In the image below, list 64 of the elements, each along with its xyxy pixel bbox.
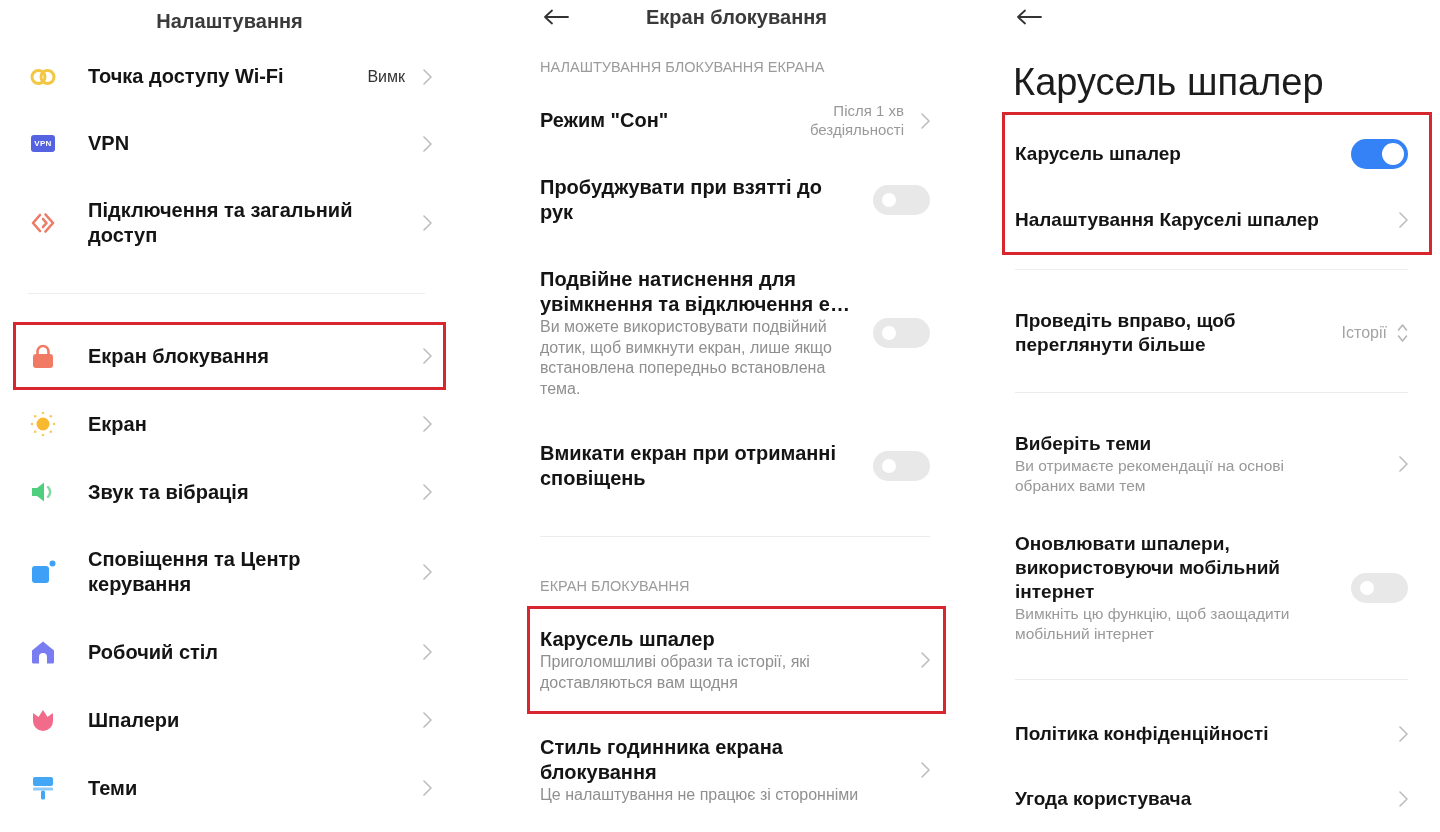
chevron-right-icon: [423, 68, 432, 85]
setting-label[interactable]: Налаштування Каруселі шпалер: [1015, 207, 1319, 232]
linked-rings-icon: [30, 67, 56, 86]
angle-brackets-icon: [30, 210, 56, 236]
setting-label: Оновлювати шпалери, використовуючи мобільний інтернет: [1015, 532, 1282, 604]
chevron-right-icon: [1399, 790, 1408, 807]
menu-item-label[interactable]: Підключення та загальний доступ: [88, 198, 388, 248]
setting-label[interactable]: Угода користувача: [1015, 786, 1192, 811]
padlock-icon: [30, 343, 56, 369]
page-title: Карусель шпалер: [1013, 60, 1324, 105]
sun-icon: [30, 411, 56, 437]
setting-label[interactable]: Проведіть вправо, щоб переглянути більше: [1015, 309, 1315, 357]
chevron-right-icon: [1399, 456, 1408, 472]
chevron-right-icon: [423, 712, 432, 728]
chevron-right-icon: [921, 762, 930, 779]
setting-description: Вимкніть цю функцію, щоб заощадити мобільний інтернет: [1015, 604, 1291, 644]
setting-label: Вмикати екран при отриманні сповіщень: [540, 441, 837, 491]
setting-label[interactable]: Політика конфіденційності: [1015, 721, 1269, 746]
setting-description: Ви отримаєте рекомендації на основі обраних вами тем: [1015, 456, 1285, 496]
chevron-right-icon: [423, 348, 432, 364]
chevron-right-icon: [921, 112, 930, 129]
screen-title: Екран блокування: [646, 5, 827, 29]
menu-item-label[interactable]: Шпалери: [88, 707, 180, 733]
chevron-right-icon: [1399, 725, 1408, 742]
home-icon: [30, 639, 56, 665]
chevron-right-icon: [921, 652, 930, 668]
up-down-chevron-icon: [1397, 322, 1408, 344]
menu-item-label[interactable]: Екран: [88, 411, 147, 437]
setting-description: Ви можете використовувати подвійний дотик, щоб вимкнути екран, лише якщо встановлена попередньо встановлена тема.: [540, 317, 833, 399]
chevron-right-icon: [423, 135, 432, 152]
setting-label[interactable]: Режим "Сон": [540, 108, 669, 133]
menu-item-label[interactable]: Сповіщення та Центр керування: [88, 547, 388, 597]
chevron-right-icon: [423, 215, 432, 231]
chevron-right-icon: [423, 780, 432, 796]
setting-label[interactable]: Виберіть теми: [1015, 432, 1152, 456]
chevron-right-icon: [423, 564, 432, 580]
menu-item-label[interactable]: Робочий стіл: [88, 639, 219, 665]
menu-item-label[interactable]: Екран блокування: [88, 343, 269, 369]
setting-label[interactable]: Стиль годинника екрана блокування: [540, 735, 885, 785]
chevron-right-icon: [423, 484, 432, 500]
section-header: НАЛАШТУВАННЯ БЛОКУВАННЯ ЕКРАНА: [539, 58, 825, 77]
menu-item-label[interactable]: VPN: [88, 131, 130, 156]
section-header: ЕКРАН БЛОКУВАННЯ: [539, 577, 690, 596]
toggle-switch[interactable]: [1351, 139, 1408, 169]
menu-item-label[interactable]: Теми: [88, 775, 138, 801]
setting-label: Пробуджувати при взятті до рук: [540, 175, 823, 225]
menu-item-label[interactable]: Точка доступу Wi-Fi: [88, 64, 284, 89]
setting-label: Карусель шпалер: [1015, 142, 1181, 166]
setting-description: Приголомшливі образи та історії, які доставляються вам щодня: [540, 652, 811, 693]
vpn-logo: VPN: [31, 135, 55, 152]
setting-label[interactable]: Карусель шпалер: [540, 627, 715, 652]
menu-item-label[interactable]: Звук та вібрація: [88, 479, 249, 505]
screen-title: Налаштування: [156, 10, 303, 33]
back-arrow-icon[interactable]: [543, 9, 569, 25]
item-value: Після 1 хв бездіяльності: [808, 102, 904, 139]
back-arrow-icon[interactable]: [1016, 9, 1042, 25]
setting-description: Це налаштування не працює зі сторонніми: [540, 785, 859, 805]
setting-label: Подвійне натиснення для увімкнення та відключення е…: [540, 267, 851, 317]
chevron-right-icon: [1399, 211, 1408, 228]
square-with-dot-icon: [30, 559, 56, 585]
chevron-right-icon: [423, 644, 432, 660]
item-value: Вимк: [367, 67, 405, 86]
chevron-right-icon: [423, 416, 432, 432]
paint-roller-icon: [30, 775, 56, 801]
